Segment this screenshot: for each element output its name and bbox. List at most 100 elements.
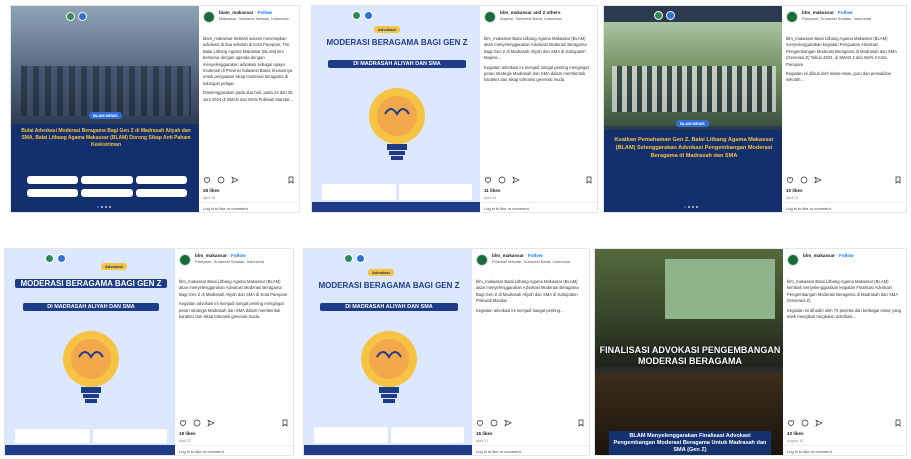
post-card: Advokasi MODERASI BERAGAMA BAGI GEN Z DI… — [4, 248, 294, 456]
banner-title: Kuatkan Pemahaman Gen Z, Balai Litbang A… — [614, 137, 774, 159]
photo-people — [612, 66, 776, 112]
bookmark-icon[interactable] — [585, 176, 593, 184]
photo-people — [21, 66, 191, 116]
likes-count[interactable]: 10 likes — [786, 188, 803, 193]
account-name[interactable]: blm_makassar — [803, 253, 835, 258]
likes-count[interactable]: 18 likes — [179, 431, 196, 436]
post-sidebar: blam_makassar · Follow Makassar, Sulawes… — [199, 6, 299, 212]
follow-button[interactable]: Follow — [839, 253, 854, 258]
post-date: April 26 — [203, 196, 216, 200]
post-image[interactable]: BLAM NEWS Kuatkan Pemahaman Gen Z, Balai… — [604, 6, 784, 212]
share-icon[interactable] — [504, 419, 512, 427]
heart-icon[interactable] — [476, 419, 484, 427]
heart-icon[interactable] — [179, 419, 187, 427]
share-icon[interactable] — [231, 176, 239, 184]
follow-button[interactable]: Follow — [258, 10, 273, 15]
advokasi-tag: Advokasi — [368, 269, 394, 276]
bookmark-icon[interactable] — [894, 176, 902, 184]
heart-icon[interactable] — [786, 176, 794, 184]
account-name[interactable]: blm_makassar — [492, 253, 524, 258]
lightbulb-brain-icon — [63, 331, 119, 403]
location[interactable]: Majene, Sulawesi Barat, Indonesia — [500, 16, 562, 21]
banner-subtitle: DI MADRASAH ALIYAH DAN SMA — [23, 303, 159, 311]
news-badge: BLAM NEWS — [89, 112, 122, 119]
post-image[interactable]: FINALISASI ADVOKASI PENGEMBANGAN MODERAS… — [595, 249, 785, 455]
comment-icon[interactable] — [193, 419, 201, 427]
location[interactable]: Polewali Mandar, Sulawesi Barat, Indones… — [492, 259, 570, 264]
location[interactable]: Parepare, Sulawesi Selatan, Indonesia — [195, 259, 264, 264]
login-prompt[interactable]: Log in to like or comment. — [783, 445, 906, 455]
bookmark-icon[interactable] — [894, 419, 902, 427]
caption: blam_makassar Setelah sukses menerapkan … — [203, 36, 293, 102]
share-icon[interactable] — [512, 176, 520, 184]
comment-icon[interactable] — [490, 419, 498, 427]
likes-count[interactable]: 28 likes — [203, 188, 220, 193]
post-image[interactable]: BLAM NEWS Bulai Advokasi Moderasi Beraga… — [11, 6, 201, 212]
location[interactable]: Parepare, Sulawesi Selatan, Indonesia — [802, 16, 871, 21]
post-date: April 22 — [179, 439, 192, 443]
heart-icon[interactable] — [484, 176, 492, 184]
post-date: April 23 — [786, 196, 799, 200]
follow-button[interactable]: Follow — [528, 253, 543, 258]
post-sidebar: blm_makassar and 2 others Majene, Sulawe… — [480, 6, 597, 212]
avatar[interactable] — [476, 254, 488, 266]
follow-button[interactable]: Follow — [838, 10, 853, 15]
follow-button[interactable]: Follow — [231, 253, 246, 258]
blam-logo-icon — [356, 254, 365, 263]
blam-logo-icon — [364, 11, 373, 20]
share-icon[interactable] — [207, 419, 215, 427]
comment-icon[interactable] — [800, 176, 808, 184]
post-card: BLAM NEWS Bulai Advokasi Moderasi Beraga… — [10, 5, 300, 213]
caption: blm_makassar Balai Litbang Agama Makassa… — [179, 279, 289, 320]
avatar[interactable] — [484, 11, 496, 23]
lightbulb-brain-icon — [369, 88, 425, 160]
bookmark-icon[interactable] — [287, 176, 295, 184]
bookmark-icon[interactable] — [577, 419, 585, 427]
caption: blm_makassar Balai Litbang Agama Makassa… — [484, 36, 589, 83]
location[interactable]: Makassar, Sulawesi Selatan, Indonesia — [219, 16, 289, 21]
news-badge: BLAM NEWS — [676, 120, 709, 127]
post-image[interactable]: Advokasi MODERASI BERAGAMA BAGI GEN Z DI… — [5, 249, 177, 455]
bookmark-icon[interactable] — [281, 419, 289, 427]
login-prompt[interactable]: Log in to like or comment. — [199, 202, 299, 212]
kemenag-logo-icon — [352, 11, 361, 20]
caption: blm_makassar Balai Litbang Agama Makassa… — [787, 279, 902, 320]
comment-icon[interactable] — [498, 176, 506, 184]
login-prompt[interactable]: Log in to like or comment. — [175, 445, 293, 455]
login-prompt[interactable]: Log in to like or comment. — [480, 202, 597, 212]
avatar[interactable] — [786, 11, 798, 23]
event-details — [314, 427, 464, 443]
kemenag-logo-icon — [66, 12, 75, 21]
login-prompt[interactable]: Log in to like or comment. — [472, 445, 589, 455]
banner-subtitle: BLAM Menyelenggarakan Finalisasi Advokas… — [609, 431, 771, 455]
banner-subtitle: DI MADRASAH ALIYAH DAN SMA — [328, 60, 466, 68]
account-name[interactable]: blam_makassar — [219, 10, 253, 15]
post-image[interactable]: Advokasi MODERASI BERAGAMA BAGI GEN Z DI… — [304, 249, 474, 455]
kemenag-logo-icon — [344, 254, 353, 263]
avatar[interactable] — [179, 254, 191, 266]
carousel-dots — [684, 206, 698, 208]
comment-icon[interactable] — [217, 176, 225, 184]
avatar[interactable] — [203, 11, 215, 23]
login-prompt[interactable]: Log in to like or comment. — [782, 202, 906, 212]
share-icon[interactable] — [815, 419, 823, 427]
heart-icon[interactable] — [787, 419, 795, 427]
blam-logo-icon — [666, 11, 675, 20]
likes-count[interactable]: 15 likes — [476, 431, 493, 436]
account-name[interactable]: blm_makassar — [195, 253, 227, 258]
comment-icon[interactable] — [801, 419, 809, 427]
post-date: August 15 — [787, 439, 804, 443]
avatar[interactable] — [787, 254, 799, 266]
banner-title: MODERASI BERAGAMA BAGI GEN Z — [318, 281, 460, 290]
share-icon[interactable] — [814, 176, 822, 184]
likes-count[interactable]: 43 likes — [787, 431, 804, 436]
account-name[interactable]: blm_makassar and 2 others — [500, 10, 561, 15]
likes-count[interactable]: 11 likes — [484, 188, 500, 193]
post-card: Advokasi MODERASI BERAGAMA BAGI GEN Z DI… — [303, 248, 590, 456]
advokasi-tag: Advokasi — [374, 26, 400, 33]
banner-title: FINALISASI ADVOKASI PENGEMBANGAN MODERAS… — [599, 345, 781, 366]
post-image[interactable]: Advokasi MODERASI BERAGAMA BAGI GEN Z DI… — [312, 6, 482, 212]
heart-icon[interactable] — [203, 176, 211, 184]
footer-bar — [5, 445, 177, 455]
account-name[interactable]: blm_makassar — [802, 10, 834, 15]
